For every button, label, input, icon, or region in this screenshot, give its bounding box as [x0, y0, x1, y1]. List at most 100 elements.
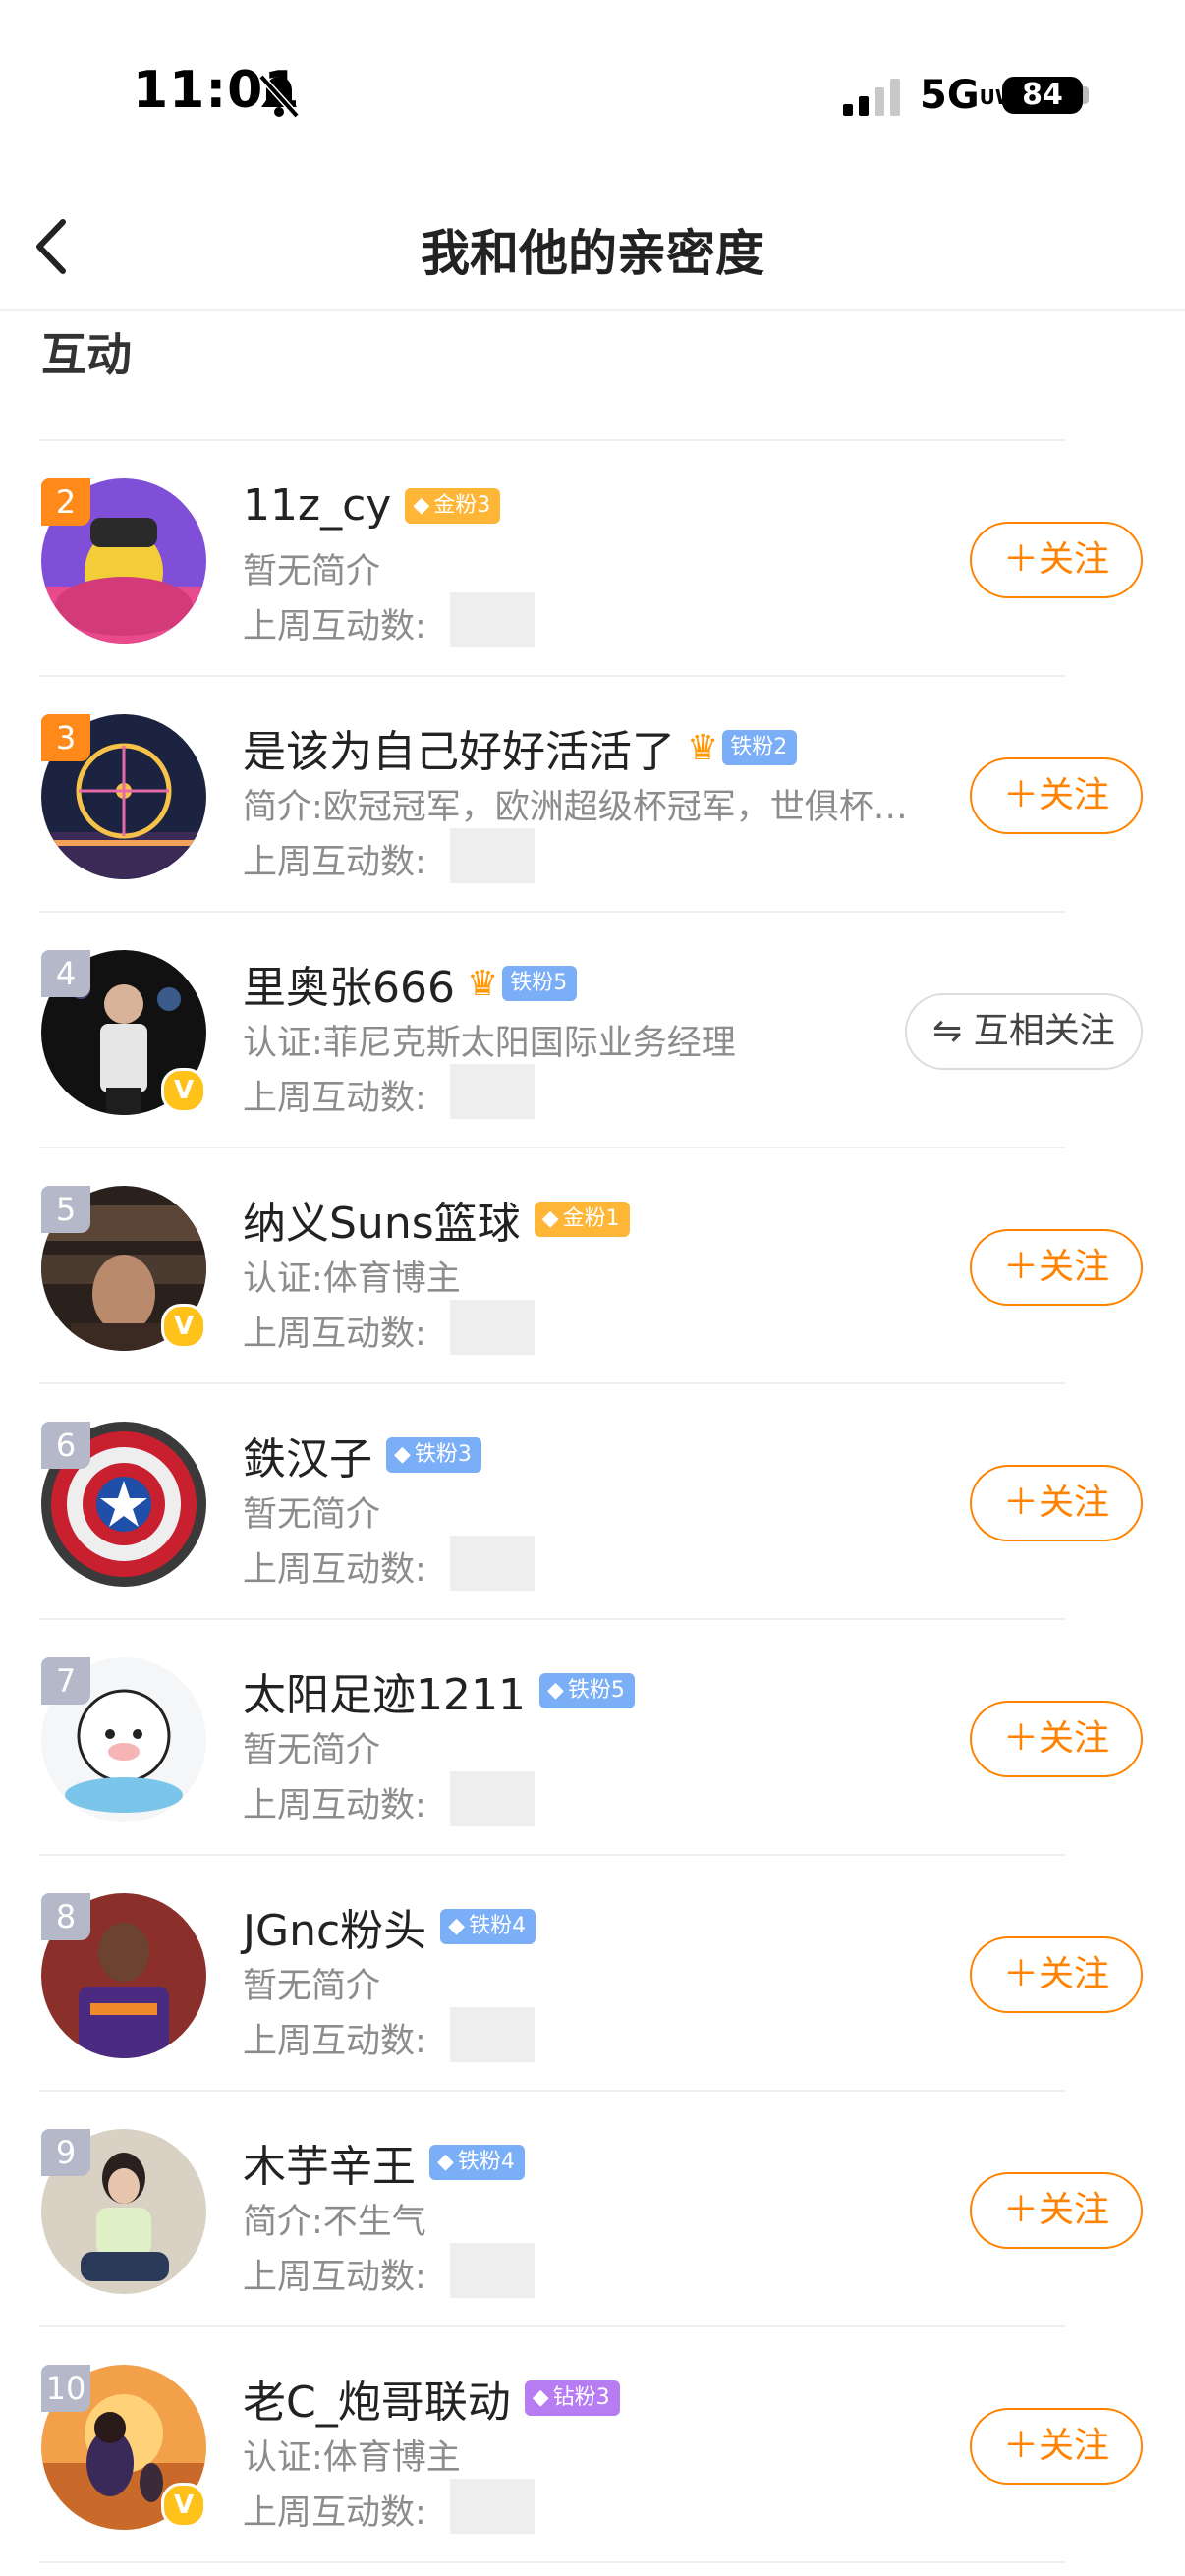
signal-icon: [843, 79, 900, 116]
user-desc: 认证:菲尼克斯太阳国际业务经理: [243, 1024, 736, 1063]
fan-badge: 铁粉2: [722, 730, 798, 765]
gem-icon: ◆: [546, 1678, 564, 1703]
gem-icon: ◆: [541, 1206, 559, 1231]
user-desc: 简介:欧冠冠军，欧洲超级杯冠军，世俱杯冠军: [243, 788, 931, 827]
gem-icon: ◆: [394, 1442, 411, 1467]
fan-badge: ◆ 铁粉5: [538, 1673, 635, 1708]
list-item[interactable]: 6 鉄汉子 ◆ 铁粉3 暂无简介 上周互动数: ＋关注: [0, 1384, 1185, 1618]
page-title: 我和他的亲密度: [421, 225, 764, 282]
interact-label: 上周互动数:: [243, 2258, 426, 2297]
gem-icon: ◆: [437, 2150, 454, 2174]
verified-v-icon: V: [161, 1304, 206, 1349]
name-line: 木芋辛王 ◆ 铁粉4: [243, 2131, 525, 2194]
user-desc: 暂无简介: [243, 1967, 381, 2006]
user-name[interactable]: 木芋辛王: [243, 2131, 416, 2194]
interact-count-placeholder: [450, 1064, 535, 1119]
list-item[interactable]: 9 木芋辛王 ◆ 铁粉4 简介:不生气 上周互动数: ＋关注: [0, 2092, 1185, 2325]
fan-badge: ◆ 铁粉4: [429, 2145, 525, 2180]
name-line: 是该为自己好好活活了 ♛ 铁粉2: [243, 716, 798, 779]
rank-badge: 5: [41, 1186, 90, 1233]
rank-badge: 2: [41, 478, 90, 526]
interact-label: 上周互动数:: [243, 1550, 426, 1590]
fan-badge: ◆ 金粉1: [534, 1202, 630, 1237]
interact-label: 上周互动数:: [243, 607, 426, 646]
list-item[interactable]: 5 V 纳义Suns篮球 ◆ 金粉1 认证:体育博主 上周互动数: ＋关注: [0, 1148, 1185, 1382]
follow-button[interactable]: ＋关注: [970, 1701, 1143, 1777]
mutual-follow-button[interactable]: ⇋ 互相关注: [905, 993, 1143, 1070]
section-title: 互动: [41, 328, 132, 381]
user-name[interactable]: 纳义Suns篮球: [243, 1188, 521, 1251]
follow-button[interactable]: ＋关注: [970, 1936, 1143, 2013]
interact-count-placeholder: [450, 828, 535, 883]
user-name[interactable]: 11z_cy: [243, 480, 391, 531]
follow-button[interactable]: ＋关注: [970, 2408, 1143, 2485]
name-line: 鉄汉子 ◆ 铁粉3: [243, 1424, 481, 1486]
name-line: 太阳足迹1211 ◆ 铁粉5: [243, 1659, 635, 1722]
verified-v-icon: V: [161, 2483, 206, 2528]
follow-button[interactable]: ＋关注: [970, 522, 1143, 598]
list-item[interactable]: 10 V 老C_炮哥联动 ◆ 钻粉3 认证:体育博主 上周互动数: ＋关注: [0, 2327, 1185, 2561]
fan-badge: 铁粉5: [502, 966, 578, 1001]
rank-badge: 8: [41, 1893, 90, 1940]
interact-count-placeholder: [450, 1771, 535, 1826]
interact-label: 上周互动数:: [243, 2022, 426, 2061]
user-name[interactable]: 里奥张666: [243, 952, 455, 1015]
interact-label: 上周互动数:: [243, 843, 426, 882]
follow-button[interactable]: ＋关注: [970, 757, 1143, 834]
rank-badge: 3: [41, 714, 90, 761]
user-list: 2 11z_cy ◆ 金粉3 暂无简介 上周互动数: ＋关注 3 是该为自己好好活…: [0, 439, 1185, 2563]
follow-button[interactable]: ＋关注: [970, 1229, 1143, 1306]
user-desc: 暂无简介: [243, 1731, 381, 1770]
rank-badge: 9: [41, 2129, 90, 2176]
interact-count-placeholder: [450, 1300, 535, 1355]
name-line: JGnc粉头 ◆ 铁粉4: [243, 1895, 536, 1958]
user-name[interactable]: 鉄汉子: [243, 1424, 372, 1486]
user-name[interactable]: 老C_炮哥联动: [243, 2367, 511, 2430]
user-desc: 简介:不生气: [243, 2203, 426, 2242]
interact-label: 上周互动数:: [243, 1079, 426, 1118]
rank-badge: 10: [41, 2365, 90, 2412]
rank-badge: 6: [41, 1422, 90, 1469]
user-desc: 暂无简介: [243, 552, 381, 591]
user-name[interactable]: 是该为自己好好活活了: [243, 716, 675, 779]
divider: [39, 2561, 1066, 2563]
list-item[interactable]: 8 JGnc粉头 ◆ 铁粉4 暂无简介 上周互动数: ＋关注: [0, 1856, 1185, 2090]
rank-badge: 4: [41, 950, 90, 997]
user-desc: 暂无简介: [243, 1495, 381, 1535]
interact-label: 上周互动数:: [243, 1786, 426, 1825]
user-desc: 认证:体育博主: [243, 2438, 461, 2478]
follow-button[interactable]: ＋关注: [970, 2172, 1143, 2249]
user-name[interactable]: 太阳足迹1211: [243, 1659, 526, 1722]
name-line: 老C_炮哥联动 ◆ 钻粉3: [243, 2367, 620, 2430]
gem-icon: ◆: [532, 2385, 549, 2410]
nav-bar: 我和他的亲密度: [0, 187, 1185, 311]
list-item[interactable]: 7 太阳足迹1211 ◆ 铁粉5 暂无简介 上周互动数: ＋关注: [0, 1620, 1185, 1854]
follow-button[interactable]: ＋关注: [970, 1465, 1143, 1541]
gem-icon: ◆: [448, 1914, 466, 1938]
battery-cap: [1083, 86, 1089, 104]
gem-icon: ◆: [413, 492, 430, 518]
list-item[interactable]: 4 V 里奥张666 ♛ 铁粉5 认证:菲尼克斯太阳国际业务经理 上周互动数: …: [0, 913, 1185, 1147]
list-item[interactable]: 3 是该为自己好好活活了 ♛ 铁粉2 简介:欧冠冠军，欧洲超级杯冠军，世俱杯冠军…: [0, 677, 1185, 911]
status-bar: 11:01 5GUW 84: [0, 0, 1185, 187]
name-line: 11z_cy ◆ 金粉3: [243, 480, 501, 531]
interact-count-placeholder: [450, 2243, 535, 2298]
fan-badge: ◆ 铁粉3: [386, 1437, 481, 1473]
name-line: 里奥张666 ♛ 铁粉5: [243, 952, 578, 1015]
fan-badge: ◆ 铁粉4: [440, 1909, 536, 1944]
fan-badge: ◆ 金粉3: [405, 487, 501, 524]
user-name[interactable]: JGnc粉头: [243, 1895, 426, 1958]
rank-badge: 7: [41, 1657, 90, 1705]
swap-icon: ⇋: [932, 1011, 963, 1051]
bell-off-icon: [258, 74, 300, 118]
interact-count-placeholder: [450, 2007, 535, 2062]
list-item[interactable]: 2 11z_cy ◆ 金粉3 暂无简介 上周互动数: ＋关注: [0, 441, 1185, 675]
interact-label: 上周互动数:: [243, 1315, 426, 1354]
interact-count-placeholder: [450, 2479, 535, 2534]
network-indicator: 5GUW: [920, 73, 1017, 118]
battery-level: 84: [1002, 77, 1083, 114]
crown-icon: ♛: [466, 963, 499, 1004]
name-line: 纳义Suns篮球 ◆ 金粉1: [243, 1188, 630, 1251]
user-desc: 认证:体育博主: [243, 1260, 461, 1299]
interact-label: 上周互动数:: [243, 2493, 426, 2533]
